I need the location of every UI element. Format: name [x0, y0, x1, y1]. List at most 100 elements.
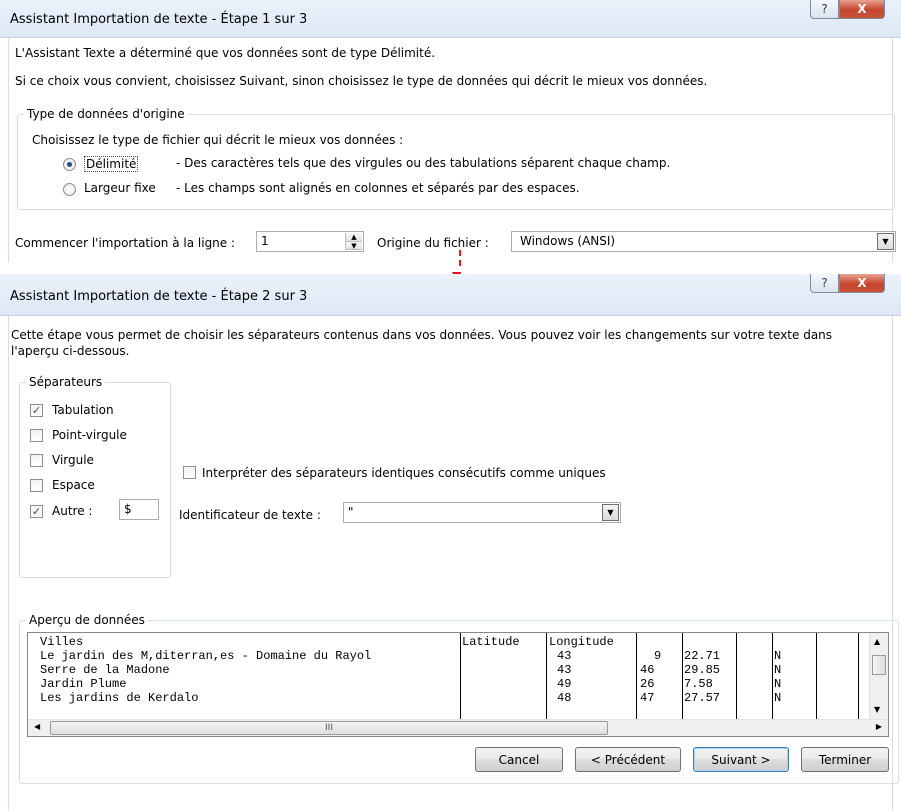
preview-cell: 47: [640, 691, 655, 705]
preview-cell: 49: [557, 677, 572, 691]
finish-button[interactable]: Terminer: [801, 747, 889, 772]
preview-cell: Jardin Plume: [40, 677, 127, 691]
choose-file-type-label: Choisissez le type de fichier qui décrit…: [32, 133, 404, 147]
file-origin-value: Windows (ANSI): [520, 234, 616, 248]
separator-tab-label[interactable]: Tabulation: [52, 403, 114, 417]
step1-title-bar: Assistant Importation de texte - Étape 1…: [0, 0, 901, 38]
preview-column-divider[interactable]: [858, 633, 859, 719]
preview-column-divider[interactable]: [682, 633, 683, 719]
step2-close-button[interactable]: X: [839, 274, 885, 293]
preview-column-divider[interactable]: [816, 633, 817, 719]
previous-button[interactable]: < Précédent: [575, 747, 681, 772]
start-row-spin-buttons[interactable]: ▲ ▼: [345, 233, 362, 250]
preview-vertical-scrollbar[interactable]: ▲ ▼: [869, 633, 888, 719]
delimited-radio[interactable]: [63, 158, 76, 171]
preview-column-divider[interactable]: [772, 633, 773, 719]
separators-group: Séparateurs ✓ Tabulation Point-virgule V…: [19, 375, 171, 578]
preview-horizontal-scrollbar[interactable]: ◀ III ▶: [28, 719, 888, 736]
preview-column-divider[interactable]: [546, 633, 547, 719]
separator-other-label[interactable]: Autre :: [52, 504, 92, 518]
consecutive-separators-label[interactable]: Interpréter des séparateurs identiques c…: [202, 466, 606, 480]
delimited-description: - Des caractères tels que des virgules o…: [176, 156, 671, 170]
preview-cell: 7.58: [684, 677, 713, 691]
file-origin-label: Origine du fichier :: [377, 236, 489, 250]
separator-semicolon-checkbox[interactable]: [30, 429, 43, 442]
scroll-left-icon[interactable]: ◀: [34, 722, 40, 731]
preview-column-divider[interactable]: [460, 633, 461, 719]
import-wizard-step2-window: Assistant Importation de texte - Étape 2…: [0, 274, 901, 811]
fixed-width-radio-label[interactable]: Largeur fixe: [84, 181, 156, 195]
text-qualifier-select[interactable]: " ▼: [343, 502, 621, 523]
preview-header-cell: Longitude: [549, 635, 614, 649]
preview-cell: Serre de la Madone: [40, 663, 170, 677]
text-qualifier-value: ": [348, 505, 354, 519]
preview-cell: 22.71: [684, 649, 721, 663]
step2-intro: Cette étape vous permet de choisir les s…: [11, 328, 833, 342]
step1-title: Assistant Importation de texte - Étape 1…: [10, 12, 308, 27]
scroll-up-icon[interactable]: ▲: [874, 637, 880, 646]
scroll-grip-icon: III: [325, 723, 333, 733]
preview-table: Villes Latitude Longitude Le jardin des M,d…: [28, 633, 868, 719]
preview-cell: N: [774, 649, 782, 663]
preview-cell: 48: [557, 691, 572, 705]
spin-up-icon[interactable]: ▲: [346, 233, 362, 242]
separator-space-label[interactable]: Espace: [52, 478, 95, 492]
scroll-right-icon[interactable]: ▶: [876, 722, 882, 731]
start-row-label: Commencer l'importation à la ligne :: [15, 236, 236, 250]
preview-cell: 46: [640, 663, 655, 677]
horizontal-scroll-thumb[interactable]: III: [50, 721, 608, 735]
delimited-radio-label[interactable]: Délimité: [84, 156, 139, 172]
preview-cell: 29.85: [684, 663, 721, 677]
preview-header-cell: Villes: [40, 635, 84, 649]
step1-body: L'Assistant Texte a déterminé que vos do…: [8, 38, 896, 262]
step2-help-button[interactable]: ?: [810, 274, 839, 293]
fixed-width-description: - Les champs sont alignés en colonnes et…: [176, 181, 580, 195]
preview-column-divider[interactable]: [636, 633, 637, 719]
preview-cell: Le jardin des M,diterran,es - Domaine du…: [40, 649, 372, 663]
cancel-button[interactable]: Cancel: [475, 747, 563, 772]
separator-comma-label[interactable]: Virgule: [52, 453, 94, 467]
step1-intro-1: L'Assistant Texte a déterminé que vos do…: [15, 46, 436, 60]
step2-title: Assistant Importation de texte - Étape 2…: [10, 289, 308, 304]
step1-intro-2: Si ce choix vous convient, choisissez Su…: [15, 74, 708, 88]
separator-other-checkbox[interactable]: ✓: [30, 505, 43, 518]
step2-intro-line2: l'aperçu ci-dessous.: [11, 344, 130, 358]
preview-cell: Les jardins de Kerdalo: [40, 691, 199, 705]
next-button[interactable]: Suivant >: [693, 747, 789, 772]
text-qualifier-label: Identificateur de texte :: [179, 508, 321, 522]
preview-cell: N: [774, 663, 782, 677]
preview-cell: 27.57: [684, 691, 721, 705]
data-type-group-label: Type de données d'origine: [24, 107, 188, 121]
separator-other-input[interactable]: $: [119, 499, 159, 520]
preview-cell: N: [774, 691, 782, 705]
data-preview-grid[interactable]: Villes Latitude Longitude Le jardin des M,d…: [27, 632, 889, 737]
preview-column-divider[interactable]: [736, 633, 737, 719]
step2-title-bar: Assistant Importation de texte - Étape 2…: [0, 274, 901, 316]
separator-space-checkbox[interactable]: [30, 479, 43, 492]
step1-help-button[interactable]: ?: [810, 0, 839, 19]
preview-header-cell: Latitude: [462, 635, 520, 649]
spin-down-icon[interactable]: ▼: [346, 241, 362, 250]
preview-cell: N: [774, 677, 782, 691]
file-origin-select[interactable]: Windows (ANSI) ▼: [511, 231, 896, 252]
separator-semicolon-label[interactable]: Point-virgule: [52, 428, 127, 442]
start-row-value: 1: [261, 234, 269, 248]
import-wizard-step1-window: Assistant Importation de texte - Étape 1…: [0, 0, 901, 262]
step1-close-button[interactable]: X: [839, 0, 885, 19]
preview-cell: 43: [557, 663, 572, 677]
fixed-width-radio[interactable]: [63, 183, 76, 196]
consecutive-separators-checkbox[interactable]: [183, 466, 196, 479]
preview-cell: 9: [654, 649, 662, 663]
chevron-down-icon[interactable]: ▼: [602, 504, 619, 521]
separator-tab-checkbox[interactable]: ✓: [30, 404, 43, 417]
data-preview-label: Aperçu de données: [26, 613, 148, 627]
preview-cell: 26: [640, 677, 655, 691]
vertical-scroll-thumb[interactable]: [872, 655, 886, 675]
preview-cell: 43: [557, 649, 572, 663]
scroll-down-icon[interactable]: ▼: [874, 705, 880, 714]
separator-comma-checkbox[interactable]: [30, 454, 43, 467]
start-row-spinner[interactable]: 1 ▲ ▼: [256, 231, 364, 252]
separators-group-label: Séparateurs: [26, 375, 106, 389]
data-type-group: Type de données d'origine Choisissez le …: [17, 107, 895, 210]
chevron-down-icon[interactable]: ▼: [877, 233, 894, 250]
